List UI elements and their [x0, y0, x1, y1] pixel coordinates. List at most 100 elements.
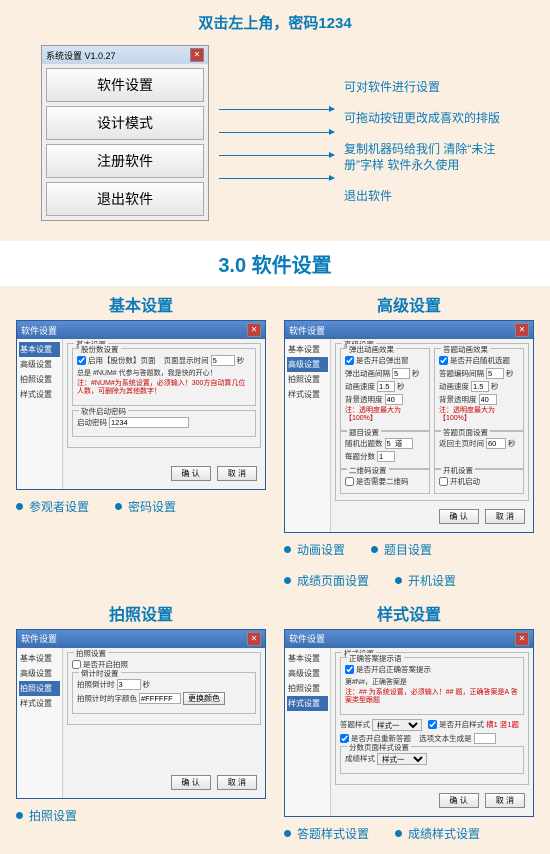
sidebar-item-photo[interactable]: 拍照设置 [19, 681, 60, 696]
sidebar-item-adv[interactable]: 高级设置 [19, 357, 60, 372]
label: 答题样式 [340, 719, 370, 730]
close-icon[interactable]: ✕ [247, 632, 261, 646]
chk-qrcode[interactable] [345, 477, 354, 486]
select-score-style[interactable]: 样式一 [377, 753, 427, 765]
cancel-button[interactable]: 取 消 [217, 775, 257, 790]
cancel-button[interactable]: 取 消 [217, 466, 257, 481]
input-color[interactable] [139, 693, 181, 704]
group-title: 拍照设置 [74, 648, 108, 659]
close-icon[interactable]: ✕ [515, 632, 529, 646]
input[interactable] [377, 451, 395, 462]
sidebar-item-photo[interactable]: 拍照设置 [287, 681, 328, 696]
ok-button[interactable]: 确 认 [171, 775, 211, 790]
menu-btn-exit[interactable]: 退出软件 [46, 182, 204, 216]
menu-btn-software-settings[interactable]: 软件设置 [46, 68, 204, 102]
group-title: 答题动画效果 [441, 344, 490, 355]
chk-popup[interactable] [345, 356, 354, 365]
cancel-button[interactable]: 取 消 [485, 509, 525, 524]
label: 返回主页时间 [439, 438, 484, 449]
input[interactable] [385, 394, 403, 405]
sidebar-item-basic[interactable]: 基本设置 [19, 342, 60, 357]
group-style: 样式设置 正确答案提示语 是否开启正确答案提示 第#N#，正确答案是 注：## … [335, 652, 529, 785]
chk-enable-shares[interactable] [77, 356, 86, 365]
sidebar-item-style[interactable]: 样式设置 [19, 696, 60, 711]
chk-random[interactable] [439, 356, 448, 365]
bullet-label: 答题样式设置 [297, 825, 369, 842]
dialog-titlebar: 软件设置 ✕ [285, 321, 533, 339]
ok-button[interactable]: 确 认 [439, 509, 479, 524]
style-value: 横1 竖1题 [486, 719, 519, 730]
label: 是否开启正确答案提示 [356, 664, 431, 675]
chk-boot[interactable] [439, 477, 448, 486]
dialog-photo: 软件设置 ✕ 基本设置 高级设置 拍照设置 样式设置 拍照设置 是否开启拍照 倒… [16, 629, 266, 799]
unit: 秒 [143, 679, 151, 690]
label: 弹出动画间隔 [345, 368, 390, 379]
input-time[interactable] [211, 355, 235, 366]
group-qrcode: 二维码设置 是否需要二维码 [340, 469, 430, 494]
unit: 秒 [506, 368, 514, 379]
dot-icon [16, 503, 23, 510]
arrow-icon [219, 178, 334, 179]
label: 开机启动 [450, 476, 480, 487]
label: 选项文本生成是 [419, 733, 472, 744]
input[interactable] [474, 733, 496, 744]
group-answer-anim: 答题动画效果 是否开启随机选题 答题编码间隔秒 动画速度秒 背景透明度 注：透明… [434, 348, 524, 431]
input[interactable] [377, 381, 395, 392]
dialog-sidebar: 基本设置 高级设置 拍照设置 样式设置 [17, 648, 63, 798]
section-band: 3.0 软件设置 [0, 241, 550, 286]
sidebar-item-basic[interactable]: 基本设置 [287, 342, 328, 357]
ok-button[interactable]: 确 认 [171, 466, 211, 481]
change-color-button[interactable]: 更换颜色 [183, 692, 225, 705]
sidebar-item-basic[interactable]: 基本设置 [19, 651, 60, 666]
bullet-item: 参观者设置 [16, 498, 89, 515]
input-password[interactable] [109, 417, 189, 428]
group-title: 股份数设置 [79, 344, 121, 355]
input[interactable] [471, 381, 489, 392]
sidebar-item-style[interactable]: 样式设置 [287, 387, 328, 402]
dialog-title: 软件设置 [21, 324, 57, 337]
unit: 秒 [508, 438, 516, 449]
unit: 秒 [237, 355, 245, 366]
cancel-button[interactable]: 取 消 [485, 793, 525, 808]
close-icon[interactable]: ✕ [247, 323, 261, 337]
input-countdown[interactable] [117, 679, 141, 690]
bullet-item: 成绩样式设置 [395, 825, 480, 842]
menu-btn-register[interactable]: 注册软件 [46, 144, 204, 178]
bullet-row: 拍照设置 [16, 799, 266, 828]
sidebar-item-style[interactable]: 样式设置 [19, 387, 60, 402]
select-answer-style[interactable]: 样式一 [372, 719, 422, 731]
sidebar-item-adv[interactable]: 高级设置 [19, 666, 60, 681]
input[interactable] [486, 368, 504, 379]
chk-style-on[interactable] [428, 720, 437, 729]
chk-correct[interactable] [345, 665, 354, 674]
dialog-advanced: 软件设置 ✕ 基本设置 高级设置 拍照设置 样式设置 高级设置 弹出动画效果 [284, 320, 534, 533]
input[interactable] [486, 438, 506, 449]
input[interactable] [392, 368, 410, 379]
dot-icon [16, 812, 23, 819]
sidebar-item-photo[interactable]: 拍照设置 [19, 372, 60, 387]
label: 是否开启弹出窗 [356, 355, 409, 366]
sidebar-item-adv[interactable]: 高级设置 [287, 666, 328, 681]
menu-btn-design-mode[interactable]: 设计模式 [46, 106, 204, 140]
input[interactable] [479, 394, 497, 405]
ok-button[interactable]: 确 认 [439, 793, 479, 808]
group-title: 弹出动画效果 [347, 344, 396, 355]
group-title: 开机设置 [441, 465, 475, 476]
top-header: 双击左上角，密码1234 [0, 0, 550, 45]
group-title: 答题页面设置 [441, 427, 490, 438]
desc-text: 可拖动按钮更改成喜欢的排版 [344, 110, 509, 127]
sidebar-item-photo[interactable]: 拍照设置 [287, 372, 328, 387]
desc-text: 复制机器码给我们 清除“未注册”字样 软件永久使用 [344, 141, 509, 175]
input[interactable] [385, 438, 413, 449]
close-icon[interactable]: ✕ [190, 48, 204, 62]
sidebar-item-style[interactable]: 样式设置 [287, 696, 328, 711]
sidebar-item-basic[interactable]: 基本设置 [287, 651, 328, 666]
dot-icon [115, 503, 122, 510]
sidebar-item-adv[interactable]: 高级设置 [287, 357, 328, 372]
warning-text: 注：#NUM#为系统设置，必须输入！300方自动算几位人数，可删除为其他数字！ [77, 380, 251, 397]
close-icon[interactable]: ✕ [515, 323, 529, 337]
label: 是否开启样式 [439, 719, 484, 730]
warning-text: 注：透明度最大为【100%】 [439, 407, 519, 424]
label: 动画速度 [345, 381, 375, 392]
bullet-row: 动画设置 题目设置 成绩页面设置 开机设置 [284, 533, 534, 593]
